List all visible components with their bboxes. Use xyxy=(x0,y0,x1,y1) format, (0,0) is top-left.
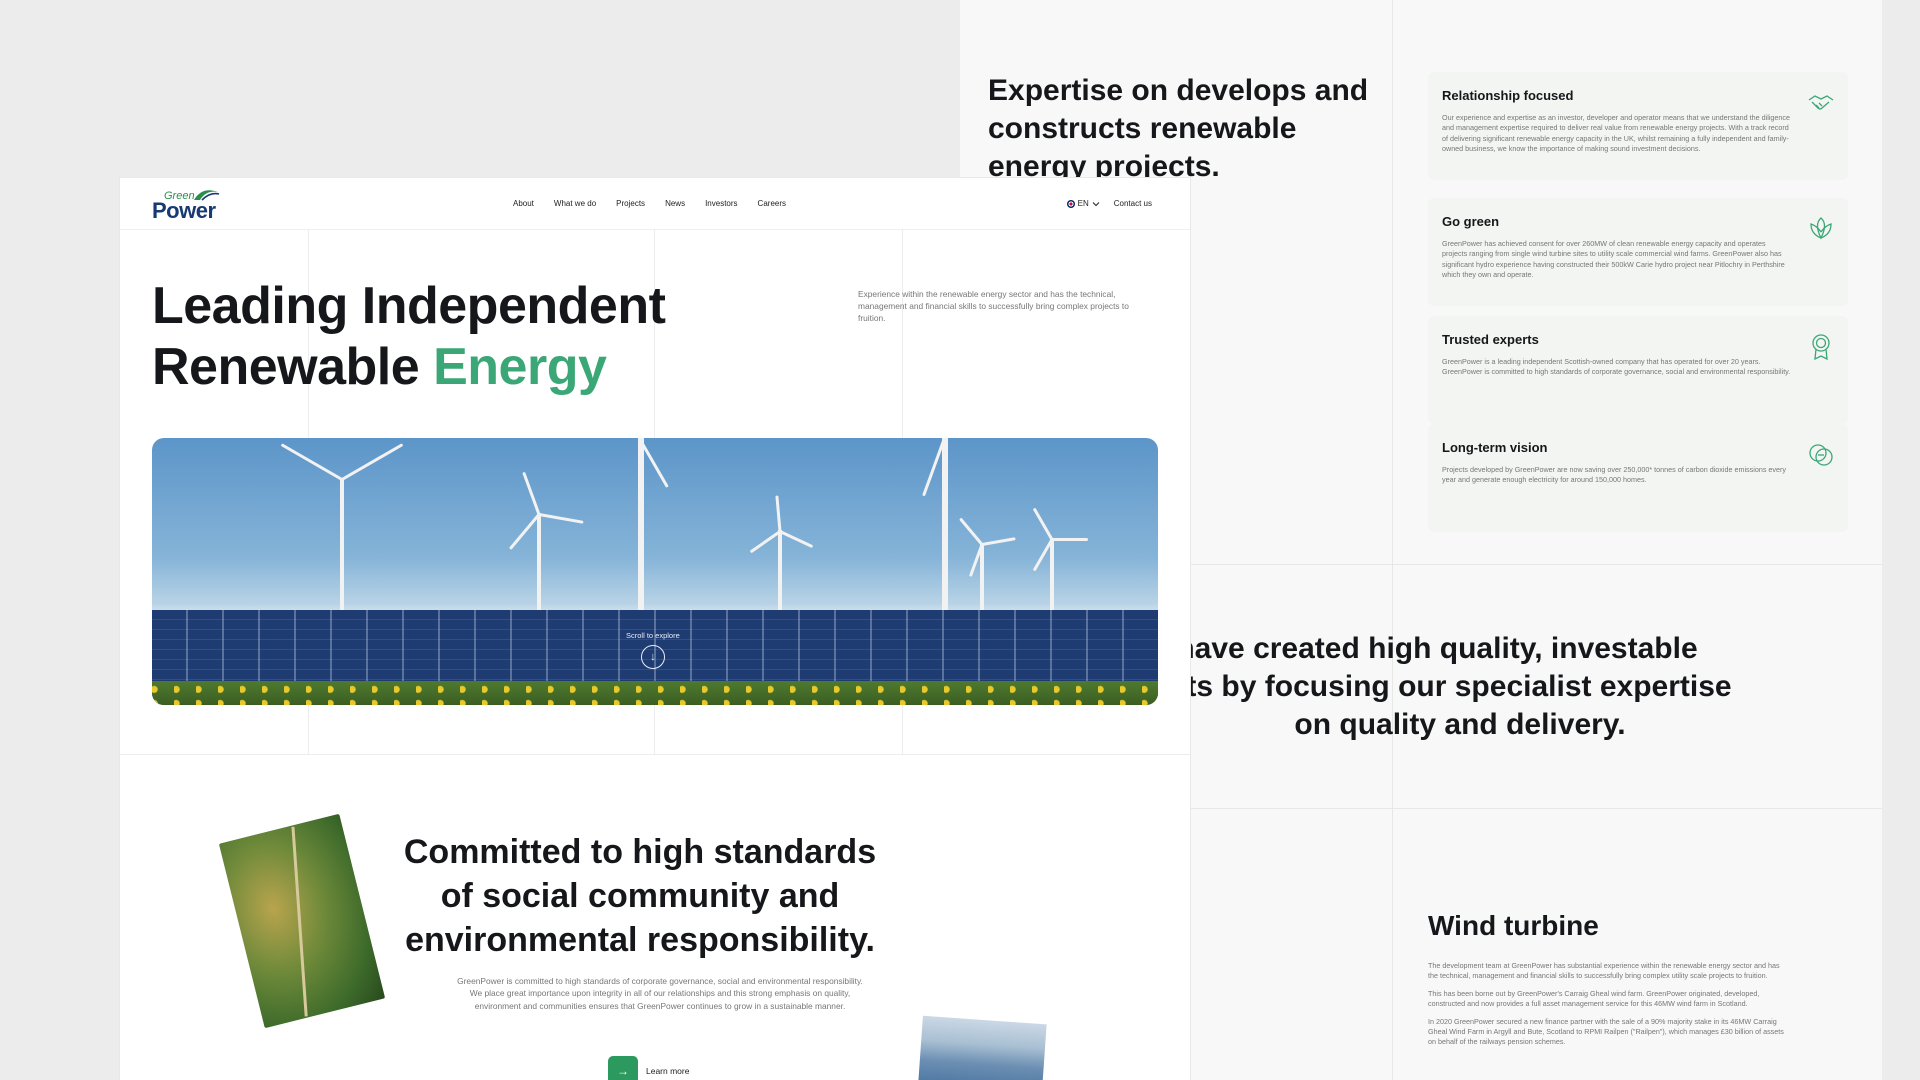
feature-title: Go green xyxy=(1442,214,1500,229)
turbine-tower xyxy=(537,513,541,618)
wind-turbine-text: The development team at GreenPower has s… xyxy=(1428,961,1788,1055)
hero-line-2: Renewable xyxy=(152,338,434,396)
aerial-solar-photo xyxy=(917,1015,1047,1080)
award-icon xyxy=(1812,334,1830,361)
turbine-blade xyxy=(749,530,781,554)
scroll-label: Scroll to explore xyxy=(626,631,680,640)
quote-line: on quality and delivery. xyxy=(1294,708,1626,741)
feature-card-trusted: Trusted experts GreenPower is a leading … xyxy=(1428,316,1848,424)
turbine-blade xyxy=(508,513,541,550)
aerial-turbine-photo xyxy=(218,813,386,1029)
turbine-blade xyxy=(958,517,984,546)
turbine-tower xyxy=(638,438,644,618)
nav-projects[interactable]: Projects xyxy=(616,199,645,208)
learn-more-button[interactable]: → Learn more xyxy=(608,1056,689,1080)
nav-investors[interactable]: Investors xyxy=(705,199,737,208)
feature-card-vision: Long-term vision Projects developed by G… xyxy=(1428,424,1848,532)
arrow-down-icon: ↓ xyxy=(640,645,665,669)
turbine-blade xyxy=(522,471,541,516)
turbine-blade xyxy=(341,443,404,481)
chevron-down-icon xyxy=(1092,201,1100,206)
greenpower-logo[interactable]: Green Power xyxy=(152,188,220,223)
paragraph: This has been borne out by GreenPower's … xyxy=(1428,988,1760,1009)
feature-title: Long-term vision xyxy=(1442,440,1548,455)
nav-what-we-do[interactable]: What we do xyxy=(554,199,596,208)
feature-text: Our experience and expertise as an inves… xyxy=(1442,113,1791,154)
turbine-blade xyxy=(1052,538,1088,541)
hero-title: Leading Independent Renewable Energy xyxy=(152,276,666,398)
grid-line xyxy=(120,754,1190,755)
turbine-tower xyxy=(778,530,782,615)
turbine-blade xyxy=(981,537,1016,546)
quote-line: have created high quality, investable xyxy=(1176,632,1698,665)
hero-line-1: Leading Independent xyxy=(152,277,666,335)
feature-card-go-green: Go green GreenPower has achieved consent… xyxy=(1428,198,1848,306)
wind-turbine-title: Wind turbine xyxy=(1428,910,1599,941)
feature-title: Trusted experts xyxy=(1442,332,1539,347)
learn-more-label: Learn more xyxy=(646,1066,690,1076)
uk-flag-icon xyxy=(1066,199,1075,208)
logo-swoosh-icon xyxy=(194,190,220,201)
quote-block: have created high quality, investable ts… xyxy=(1160,630,1760,744)
turbine-tower xyxy=(942,438,948,618)
turbine-tower xyxy=(1050,538,1054,618)
turbine-blade xyxy=(538,513,584,524)
turbine-blade xyxy=(280,443,343,481)
nav-about[interactable]: About xyxy=(513,199,534,208)
nav-careers[interactable]: Careers xyxy=(758,199,786,208)
feature-text: GreenPower has achieved consent for over… xyxy=(1442,239,1785,280)
language-selector[interactable]: EN xyxy=(1066,199,1100,208)
expertise-heading: Expertise on develops and constructs ren… xyxy=(988,74,1369,183)
turbine-tower xyxy=(980,543,984,618)
nav-links: About What we do Projects News Investors… xyxy=(513,199,786,208)
language-label: EN xyxy=(1077,199,1089,208)
turbine-blade xyxy=(775,495,782,532)
turbine-blade xyxy=(779,530,814,549)
nav-actions: EN Contact us xyxy=(1066,199,1152,208)
circles-icon xyxy=(1809,444,1833,466)
hero-description: Experience within the renewable energy s… xyxy=(858,289,1129,324)
grid-line xyxy=(1392,0,1393,1080)
road-path xyxy=(291,826,308,1017)
hero-accent-word: Energy xyxy=(433,338,607,396)
commitment-title: Committed to high standards of social co… xyxy=(403,833,877,959)
handshake-icon xyxy=(1808,95,1834,110)
homepage-mockup: Green Power About What we do Projects Ne… xyxy=(120,178,1190,1080)
turbine-blade xyxy=(1032,507,1054,541)
leaf-icon xyxy=(1810,217,1832,240)
arrow-right-icon: → xyxy=(608,1056,638,1080)
feature-text: Projects developed by GreenPower are now… xyxy=(1442,465,1786,485)
top-navigation: Green Power About What we do Projects Ne… xyxy=(120,178,1190,230)
paragraph: In 2020 GreenPower secured a new finance… xyxy=(1428,1016,1784,1047)
quote-line: ts by focusing our specialist expertise xyxy=(1186,670,1732,703)
commitment-description: GreenPower is committed to high standard… xyxy=(457,976,863,1011)
feature-title: Relationship focused xyxy=(1442,88,1574,103)
turbine-blade xyxy=(340,479,344,550)
feature-text: GreenPower is a leading independent Scot… xyxy=(1442,357,1791,377)
nav-news[interactable]: News xyxy=(665,199,685,208)
feature-card-relationship: Relationship focused Our experience and … xyxy=(1428,72,1848,180)
contact-us-link[interactable]: Contact us xyxy=(1114,199,1152,208)
hero-image-solar-wind: Scroll to explore ↓ xyxy=(152,438,1158,705)
paragraph: The development team at GreenPower has s… xyxy=(1428,961,1780,981)
scroll-to-explore[interactable]: Scroll to explore ↓ xyxy=(626,631,680,669)
